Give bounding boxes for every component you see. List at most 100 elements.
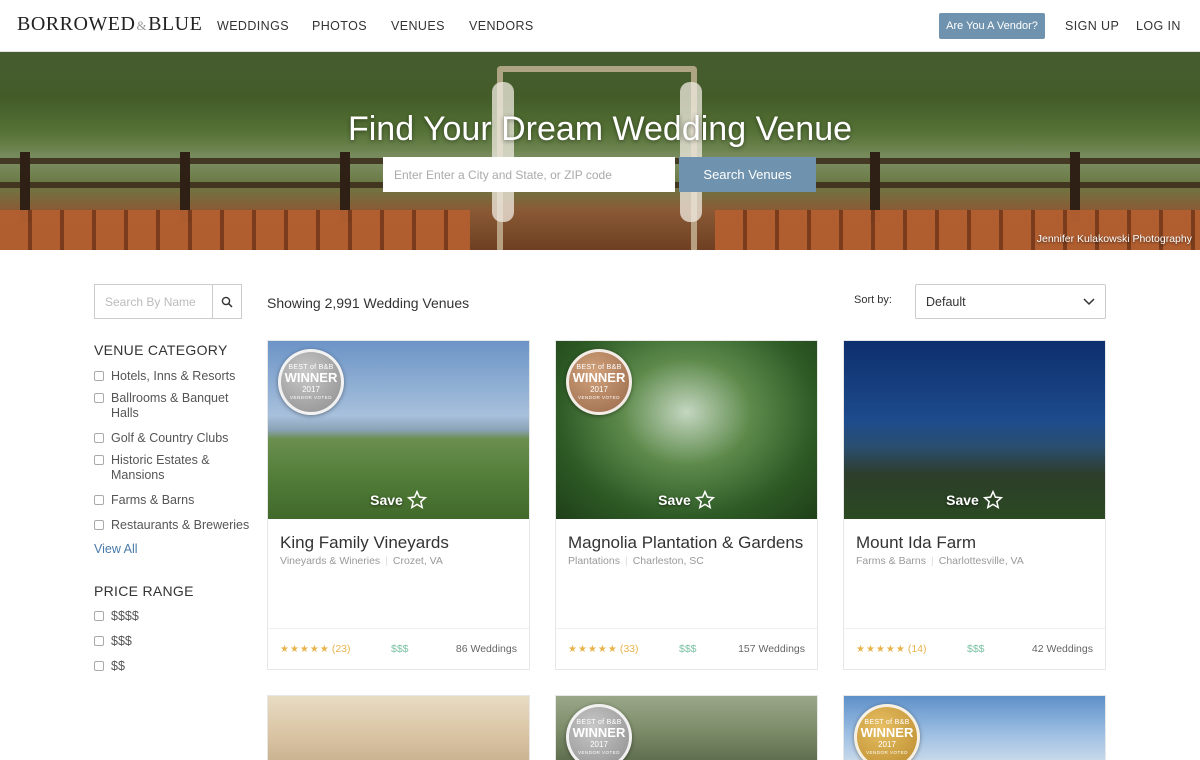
category-filter-ballrooms[interactable]: Ballrooms & Banquet Halls [94, 391, 239, 421]
save-button[interactable]: Save [844, 490, 1105, 510]
badge-line: WINNER [284, 370, 338, 385]
venue-category: Plantations [568, 555, 620, 567]
price-level: $$$ [391, 643, 409, 655]
star-outline-icon [694, 490, 715, 510]
sort-selected-value: Default [926, 294, 966, 309]
divider: | [385, 555, 388, 567]
save-button[interactable]: Save [268, 490, 529, 510]
nav-venues[interactable]: VENUES [391, 19, 445, 33]
venue-photo[interactable]: BEST of B&B WINNER 2017 VENDOR VOTED Sav… [268, 341, 529, 519]
venue-photo[interactable]: BEST of B&B WINNER 2017 VENDOR VOTED [556, 696, 817, 760]
category-filter-farms[interactable]: Farms & Barns [94, 493, 194, 508]
price-label: $$ [111, 659, 125, 673]
price-label: $$$$ [111, 609, 139, 623]
badge-line: WINNER [572, 725, 626, 740]
category-filter-restaurants[interactable]: Restaurants & Breweries [94, 518, 249, 533]
nav-vendors[interactable]: VENDORS [469, 19, 534, 33]
venue-card[interactable]: BEST of B&B WINNER 2017 VENDOR VOTED [555, 695, 818, 760]
category-label: Historic Estates & Mansions [111, 453, 210, 482]
nav-photos[interactable]: PHOTOS [312, 19, 367, 33]
venue-card[interactable]: BEST of B&B WINNER 2017 VENDOR VOTED Sav… [555, 340, 818, 670]
checkbox[interactable] [94, 661, 104, 671]
site-logo[interactable]: BORROWED&BLUE [17, 13, 202, 36]
results-count: Showing 2,991 Wedding Venues [267, 295, 470, 311]
badge-line: 2017 [878, 740, 896, 749]
venue-meta: Farms & Barns | Charlottesville, VA [856, 555, 1024, 567]
venue-name[interactable]: Magnolia Plantation & Gardens [568, 533, 803, 553]
badge-line: WINNER [572, 370, 626, 385]
checkbox[interactable] [94, 433, 104, 443]
sort-select[interactable]: Default [915, 284, 1106, 319]
search-venues-button[interactable]: Search Venues [679, 157, 816, 192]
arch-drape [680, 82, 702, 222]
search-by-name-input[interactable] [95, 285, 212, 318]
logo-ampersand: & [136, 18, 148, 33]
category-filter-golf[interactable]: Golf & Country Clubs [94, 431, 228, 446]
venue-photo[interactable]: BEST of B&B WINNER 2017 VENDOR VOTED Sav… [556, 341, 817, 519]
venue-location: Charlottesville, VA [938, 555, 1024, 567]
badge-line: 2017 [590, 740, 608, 749]
location-search-input[interactable] [383, 157, 675, 192]
badge-line: 2017 [590, 385, 608, 394]
log-in-link[interactable]: LOG IN [1136, 19, 1181, 33]
checkbox[interactable] [94, 393, 104, 403]
price-filter-3[interactable]: $$$ [94, 634, 132, 649]
venue-card-footer: ★★★★★ (14) $$$ 42 Weddings [844, 628, 1105, 670]
venue-card-footer: ★★★★★ (33) $$$ 157 Weddings [556, 628, 817, 670]
review-count: (23) [331, 643, 351, 655]
best-of-winner-badge: BEST of B&B WINNER 2017 VENDOR VOTED [566, 349, 632, 415]
are-you-a-vendor-button[interactable]: Are You A Vendor? [939, 13, 1045, 39]
star-outline-icon [406, 490, 427, 510]
venue-name[interactable]: Mount Ida Farm [856, 533, 976, 553]
venue-name[interactable]: King Family Vineyards [280, 533, 449, 553]
category-filter-hotels[interactable]: Hotels, Inns & Resorts [94, 369, 235, 384]
chair-rows-left [0, 210, 470, 250]
venue-card[interactable] [267, 695, 530, 760]
wedding-count: 86 Weddings [455, 643, 517, 655]
star-outline-icon [982, 490, 1003, 510]
price-filter-2[interactable]: $$ [94, 659, 125, 674]
checkbox[interactable] [94, 495, 104, 505]
badge-line: WINNER [860, 725, 914, 740]
badge-line: VENDOR VOTED [577, 395, 620, 400]
best-of-winner-badge: BEST of B&B WINNER 2017 VENDOR VOTED [278, 349, 344, 415]
badge-line: VENDOR VOTED [865, 750, 908, 755]
venue-card[interactable]: Save Mount Ida Farm Farms & Barns | Charlo… [843, 340, 1106, 670]
save-label: Save [370, 492, 403, 508]
save-button[interactable]: Save [556, 490, 817, 510]
venue-photo[interactable]: Save [844, 341, 1105, 519]
venue-card-footer: ★★★★★ (23) $$$ 86 Weddings [268, 628, 529, 670]
checkbox[interactable] [94, 455, 104, 465]
sign-up-link[interactable]: SIGN UP [1065, 19, 1119, 33]
arch-drape [492, 82, 514, 222]
venue-card[interactable]: BEST of B&B WINNER 2017 VENDOR VOTED Sav… [267, 340, 530, 670]
checkbox[interactable] [94, 611, 104, 621]
view-all-categories-link[interactable]: View All [94, 542, 138, 556]
save-label: Save [658, 492, 691, 508]
name-search-button[interactable] [212, 285, 241, 318]
checkbox[interactable] [94, 371, 104, 381]
category-filter-historic-estates[interactable]: Historic Estates & Mansions [94, 453, 224, 483]
sort-by-label: Sort by: [854, 294, 892, 306]
checkbox[interactable] [94, 636, 104, 646]
wedding-count: 157 Weddings [738, 643, 805, 655]
venue-meta: Vineyards & Wineries | Crozet, VA [280, 555, 443, 567]
venue-meta: Plantations | Charleston, SC [568, 555, 704, 567]
category-label: Golf & Country Clubs [111, 431, 229, 445]
checkbox[interactable] [94, 520, 104, 530]
venue-photo[interactable] [268, 696, 529, 760]
venue-location: Charleston, SC [632, 555, 704, 567]
badge-line: VENDOR VOTED [577, 750, 620, 755]
category-label: Hotels, Inns & Resorts [111, 369, 236, 383]
top-navigation-bar: BORROWED&BLUE WEDDINGS PHOTOS VENUES VEN… [0, 0, 1200, 52]
review-count: (33) [619, 643, 639, 655]
nav-weddings[interactable]: WEDDINGS [217, 19, 289, 33]
save-label: Save [946, 492, 979, 508]
price-filter-4[interactable]: $$$$ [94, 609, 139, 624]
name-search-box [94, 284, 242, 319]
stars-icon: ★★★★★ [568, 644, 618, 655]
venue-photo[interactable]: BEST of B&B WINNER 2017 VENDOR VOTED [844, 696, 1105, 760]
photo-credit: Jennifer Kulakowski Photography [1036, 233, 1192, 245]
venue-card[interactable]: BEST of B&B WINNER 2017 VENDOR VOTED [843, 695, 1106, 760]
logo-text-borrowed: BORROWED [17, 13, 136, 35]
